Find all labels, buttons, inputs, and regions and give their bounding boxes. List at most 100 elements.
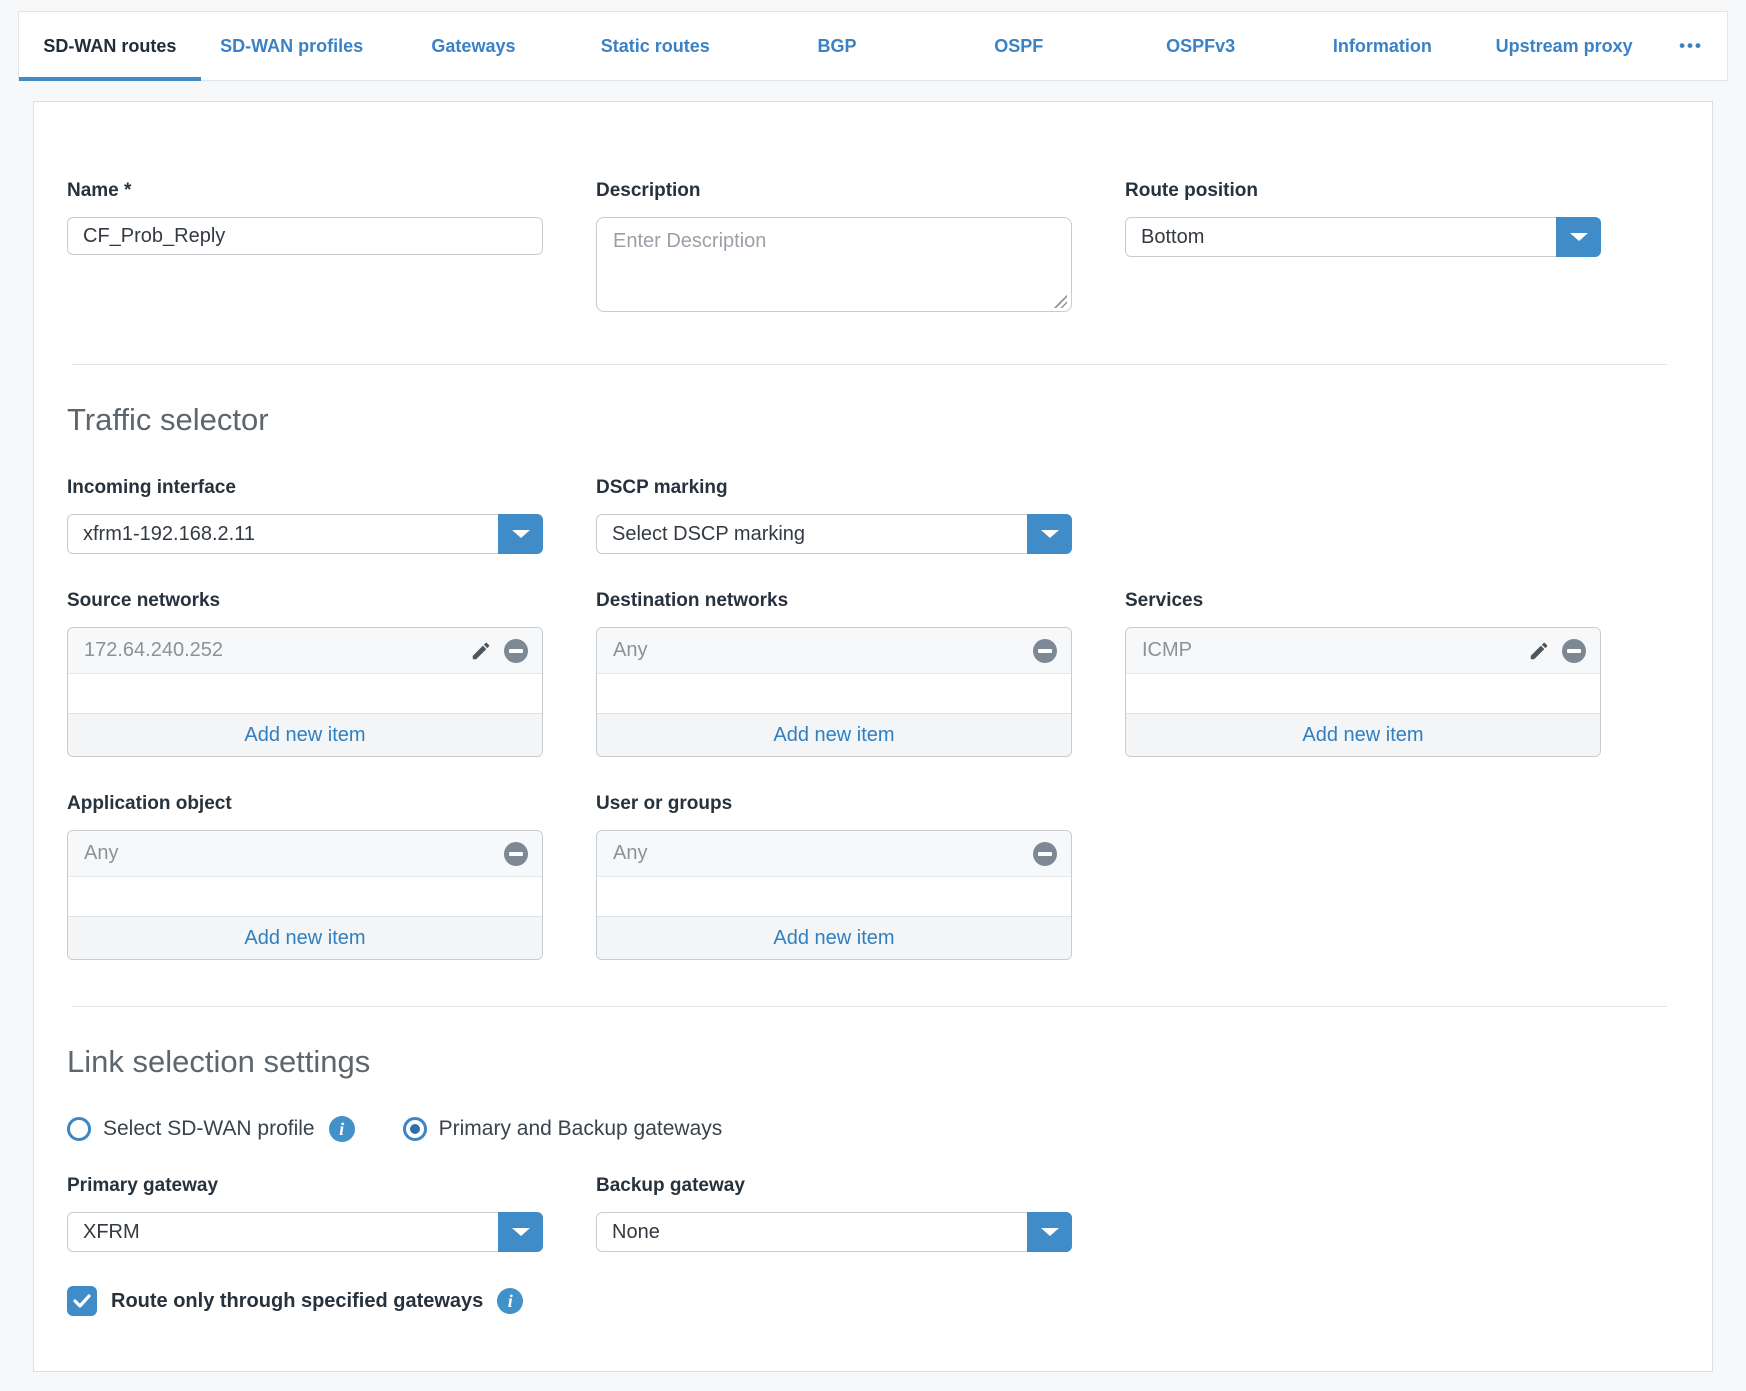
route-position-select[interactable]: Bottom [1125, 217, 1601, 257]
info-icon[interactable] [497, 1288, 523, 1314]
dscp-marking-select[interactable]: Select DSCP marking [596, 514, 1072, 554]
destination-networks-field-group: Destination networks Any Add new item [596, 590, 1072, 757]
list-item: ICMP [1126, 628, 1600, 674]
name-input[interactable] [67, 217, 543, 255]
remove-item-icon[interactable] [504, 842, 528, 866]
edit-pencil-icon[interactable] [1528, 640, 1550, 662]
route-position-label: Route position [1125, 180, 1601, 202]
application-object-field-group: Application object Any Add new item [67, 793, 543, 960]
tab-sdwan-profiles[interactable]: SD-WAN profiles [201, 12, 383, 80]
incoming-interface-select[interactable]: xfrm1-192.168.2.11 [67, 514, 543, 554]
section-divider [72, 1006, 1667, 1007]
link-selection-radio-row: Select SD-WAN profile Primary and Backup… [34, 1115, 1712, 1143]
tab-label: Gateways [431, 36, 515, 57]
caret-glyph [1570, 233, 1588, 241]
checkmark-icon [73, 1294, 91, 1308]
caret-glyph [1041, 1228, 1059, 1236]
primary-backup-radio-label: Primary and Backup gateways [439, 1117, 723, 1141]
caret-glyph [512, 530, 530, 538]
tab-label: Information [1333, 36, 1432, 57]
tab-bgp[interactable]: BGP [746, 12, 928, 80]
primary-gateway-select[interactable]: XFRM [67, 1212, 543, 1252]
destination-networks-add-button[interactable]: Add new item [597, 713, 1071, 756]
route-only-checkbox-label: Route only through specified gateways [111, 1290, 483, 1313]
add-new-item-label: Add new item [244, 724, 365, 747]
list-item-text: ICMP [1142, 639, 1528, 662]
list-empty-area [1126, 674, 1600, 713]
route-only-checkbox[interactable] [67, 1286, 97, 1316]
chevron-down-icon[interactable] [1556, 217, 1601, 257]
services-label: Services [1125, 590, 1601, 612]
tab-label: Upstream proxy [1496, 36, 1633, 57]
info-icon[interactable] [329, 1116, 355, 1142]
tab-gateways[interactable]: Gateways [383, 12, 565, 80]
incoming-interface-label: Incoming interface [67, 477, 543, 499]
dscp-marking-field-group: DSCP marking Select DSCP marking [596, 477, 1072, 554]
list-item-text: Any [613, 639, 1033, 662]
remove-item-icon[interactable] [1562, 639, 1586, 663]
list-empty-area [68, 877, 542, 916]
list-empty-area [597, 877, 1071, 916]
tab-static-routes[interactable]: Static routes [564, 12, 746, 80]
edit-pencil-icon[interactable] [470, 640, 492, 662]
sdwan-profile-radio-group: Select SD-WAN profile [67, 1116, 355, 1142]
name-field-group: Name * [67, 180, 543, 255]
remove-item-icon[interactable] [1033, 639, 1057, 663]
destination-networks-label: Destination networks [596, 590, 1072, 612]
application-users-row: Application object Any Add new item User… [34, 793, 1712, 960]
add-new-item-label: Add new item [773, 724, 894, 747]
description-label: Description [596, 180, 1072, 202]
chevron-down-icon[interactable] [1027, 1212, 1072, 1252]
tab-label: Static routes [601, 36, 710, 57]
remove-item-icon[interactable] [504, 639, 528, 663]
chevron-down-icon[interactable] [1027, 514, 1072, 554]
list-item-text: Any [613, 842, 1033, 865]
name-label: Name * [67, 180, 543, 202]
application-object-listbox: Any Add new item [67, 830, 543, 960]
add-new-item-label: Add new item [773, 927, 894, 950]
incoming-interface-value: xfrm1-192.168.2.11 [68, 515, 542, 553]
chevron-down-icon[interactable] [498, 514, 543, 554]
active-tab-underline [19, 77, 201, 81]
primary-backup-radio[interactable] [403, 1117, 427, 1141]
list-empty-area [597, 674, 1071, 713]
list-item: 172.64.240.252 [68, 628, 542, 674]
user-or-groups-add-button[interactable]: Add new item [597, 916, 1071, 959]
sdwan-profile-radio[interactable] [67, 1117, 91, 1141]
description-textarea[interactable] [596, 217, 1072, 312]
section-divider [72, 364, 1667, 365]
add-new-item-label: Add new item [244, 927, 365, 950]
tab-label: OSPFv3 [1166, 36, 1235, 57]
tab-ospf[interactable]: OSPF [928, 12, 1110, 80]
source-networks-field-group: Source networks 172.64.240.252 Add new i… [67, 590, 543, 757]
add-new-item-label: Add new item [1302, 724, 1423, 747]
tab-ospfv3[interactable]: OSPFv3 [1110, 12, 1292, 80]
source-networks-add-button[interactable]: Add new item [68, 713, 542, 756]
dscp-marking-label: DSCP marking [596, 477, 1072, 499]
list-empty-area [68, 674, 542, 713]
application-object-add-button[interactable]: Add new item [68, 916, 542, 959]
list-item: Any [68, 831, 542, 877]
sdwan-route-form-panel: Name * Description Route position Bottom… [33, 101, 1713, 1372]
primary-backup-radio-group: Primary and Backup gateways [403, 1117, 723, 1141]
backup-gateway-field-group: Backup gateway None [596, 1175, 1072, 1252]
source-networks-label: Source networks [67, 590, 543, 612]
application-object-label: Application object [67, 793, 543, 815]
incoming-interface-field-group: Incoming interface xfrm1-192.168.2.11 [67, 477, 543, 554]
backup-gateway-select[interactable]: None [596, 1212, 1072, 1252]
tab-upstream-proxy[interactable]: Upstream proxy [1473, 12, 1655, 80]
chevron-down-icon[interactable] [498, 1212, 543, 1252]
remove-item-icon[interactable] [1033, 842, 1057, 866]
services-add-button[interactable]: Add new item [1126, 713, 1600, 756]
primary-gateway-label: Primary gateway [67, 1175, 543, 1197]
user-or-groups-field-group: User or groups Any Add new item [596, 793, 1072, 960]
tab-label: OSPF [994, 36, 1043, 57]
more-tabs-button[interactable]: ••• [1655, 12, 1727, 80]
route-position-field-group: Route position Bottom [1125, 180, 1601, 257]
gateways-row: Primary gateway XFRM Backup gateway None [34, 1175, 1712, 1252]
tab-label: SD-WAN profiles [220, 36, 363, 57]
tab-information[interactable]: Information [1291, 12, 1473, 80]
list-item-text: 172.64.240.252 [84, 639, 470, 662]
caret-glyph [1041, 530, 1059, 538]
tab-sdwan-routes[interactable]: SD-WAN routes [19, 12, 201, 80]
